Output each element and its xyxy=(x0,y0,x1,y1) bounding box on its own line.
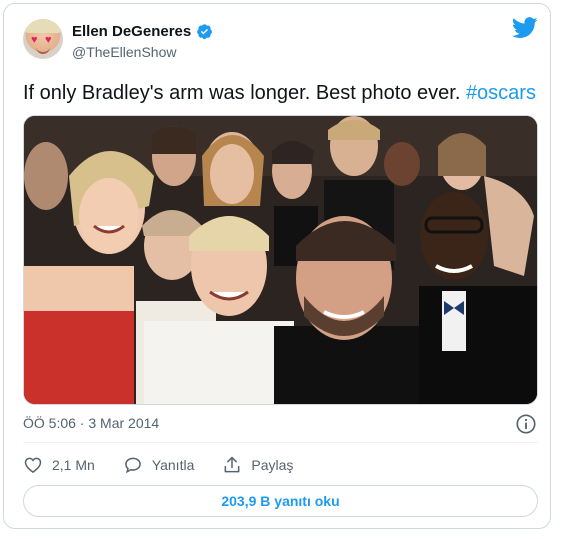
avatar-mouth xyxy=(36,47,50,54)
share-label: Paylaş xyxy=(251,457,294,473)
avatar-hair xyxy=(25,19,61,33)
read-replies-button[interactable]: 203,9 B yanıtı oku xyxy=(23,485,538,517)
heart-icon xyxy=(24,457,42,473)
avatar[interactable]: ♥ ♥ xyxy=(23,19,63,59)
oscars-group-selfie-photo xyxy=(24,116,537,404)
like-button[interactable]: 2,1 Mn xyxy=(23,455,95,475)
tweet-text: If only Bradley's arm was longer. Best p… xyxy=(23,80,536,106)
heart-eye-icon: ♥ xyxy=(45,34,52,46)
author-handle[interactable]: @TheEllenShow xyxy=(72,44,177,60)
share-button[interactable]: Paylaş xyxy=(222,455,293,475)
tweet-body: If only Bradley's arm was longer. Best p… xyxy=(23,82,466,104)
info-icon[interactable] xyxy=(515,413,537,435)
author-name-row[interactable]: Ellen DeGeneres xyxy=(72,21,213,41)
tweet-timestamp[interactable]: ÖÖ 5:06 · 3 Mar 2014 xyxy=(23,415,159,431)
reply-label: Yanıtla xyxy=(151,457,195,473)
tweet-actions: 2,1 Mn Yanıtla Paylaş xyxy=(23,453,321,477)
twitter-bird-icon[interactable] xyxy=(512,17,538,39)
verified-badge-icon xyxy=(197,23,213,39)
divider xyxy=(23,442,538,443)
likes-count: 2,1 Mn xyxy=(52,457,95,473)
tweet-card: ♥ ♥ Ellen DeGeneres @TheEllenShow If onl… xyxy=(3,3,551,529)
hashtag-link[interactable]: #oscars xyxy=(466,82,536,104)
heart-eye-icon: ♥ xyxy=(31,34,38,46)
tweet-photo[interactable] xyxy=(23,115,538,405)
reply-bubble-icon xyxy=(124,457,141,474)
author-name[interactable]: Ellen DeGeneres xyxy=(72,23,191,40)
share-icon xyxy=(224,456,240,473)
reply-button[interactable]: Yanıtla xyxy=(123,455,195,475)
